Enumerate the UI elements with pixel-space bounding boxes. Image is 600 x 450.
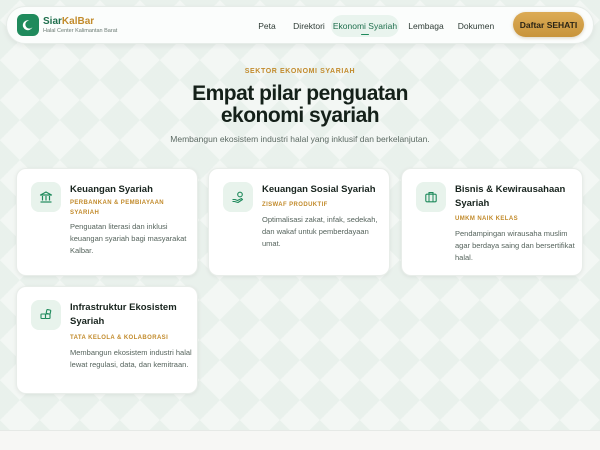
blocks-icon [31, 300, 61, 330]
card-title: Infrastruktur Ekosistem Syariah [70, 302, 177, 327]
card-description: Penguatan literasi dan inklusi keuangan … [70, 222, 187, 255]
card-title: Keuangan Sosial Syariah [262, 184, 376, 195]
page-title: Empat pilar penguatan ekonomi syariah [192, 82, 408, 127]
pillar-card-infrastruktur-ekosistem[interactable]: Infrastruktur Ekosistem Syariah TATA KEL… [16, 286, 198, 394]
nav-item-direktori[interactable]: Direktori [285, 15, 333, 37]
brand-tagline: Halal Center Kalimantan Barat [43, 28, 118, 34]
top-navbar: SiarKalBar Halal Center Kalimantan Barat… [6, 6, 594, 44]
card-description: Optimalisasi zakat, infak, sedekah, dan … [262, 215, 378, 248]
pillar-card-bisnis-kewirausahaan[interactable]: Bisnis & Kewirausahaan Syariah UMKM NAIK… [401, 168, 583, 276]
card-tag: ZISWAF PRODUKTIF [262, 202, 328, 208]
nav-item-dokumen[interactable]: Dokumen [454, 15, 498, 37]
card-title: Bisnis & Kewirausahaan Syariah [455, 184, 566, 209]
card-description: Pendampingan wirausaha muslim agar berda… [455, 229, 575, 262]
brand-name[interactable]: SiarKalBar [43, 16, 94, 27]
nav-item-lembaga[interactable]: Lembaga [405, 15, 447, 37]
nav-item-label: Ekonomi Syariah [332, 21, 398, 31]
footer-strip [0, 430, 600, 450]
nav-item-peta[interactable]: Peta [251, 15, 283, 37]
card-tag: UMKM NAIK KELAS [455, 216, 518, 222]
card-title: Keuangan Syariah [70, 184, 153, 195]
hand-coin-icon [223, 182, 253, 212]
nav-item-ekonomi-syariah[interactable]: Ekonomi Syariah [331, 15, 399, 37]
daftar-sehati-button[interactable]: Daftar SEHATI [513, 12, 584, 37]
card-tag: PERBANKAN & PEMBIAYAAN SYARIAH [70, 200, 165, 216]
bank-icon [31, 182, 61, 212]
briefcase-icon [416, 182, 446, 212]
crescent-icon [22, 20, 33, 31]
logo-mark[interactable] [17, 14, 39, 36]
active-indicator [361, 33, 369, 35]
section-eyebrow: SEKTOR EKONOMI SYARIAH [244, 68, 356, 75]
page-subtitle: Membangun ekosistem industri halal yang … [170, 134, 430, 144]
card-tag: TATA KELOLA & KOLABORASI [70, 335, 169, 341]
card-description: Membangun ekosistem industri halal lewat… [70, 348, 192, 369]
pillar-card-keuangan-syariah[interactable]: Keuangan Syariah PERBANKAN & PEMBIAYAAN … [16, 168, 198, 276]
pillar-card-keuangan-sosial-syariah[interactable]: Keuangan Sosial Syariah ZISWAF PRODUKTIF… [208, 168, 390, 276]
